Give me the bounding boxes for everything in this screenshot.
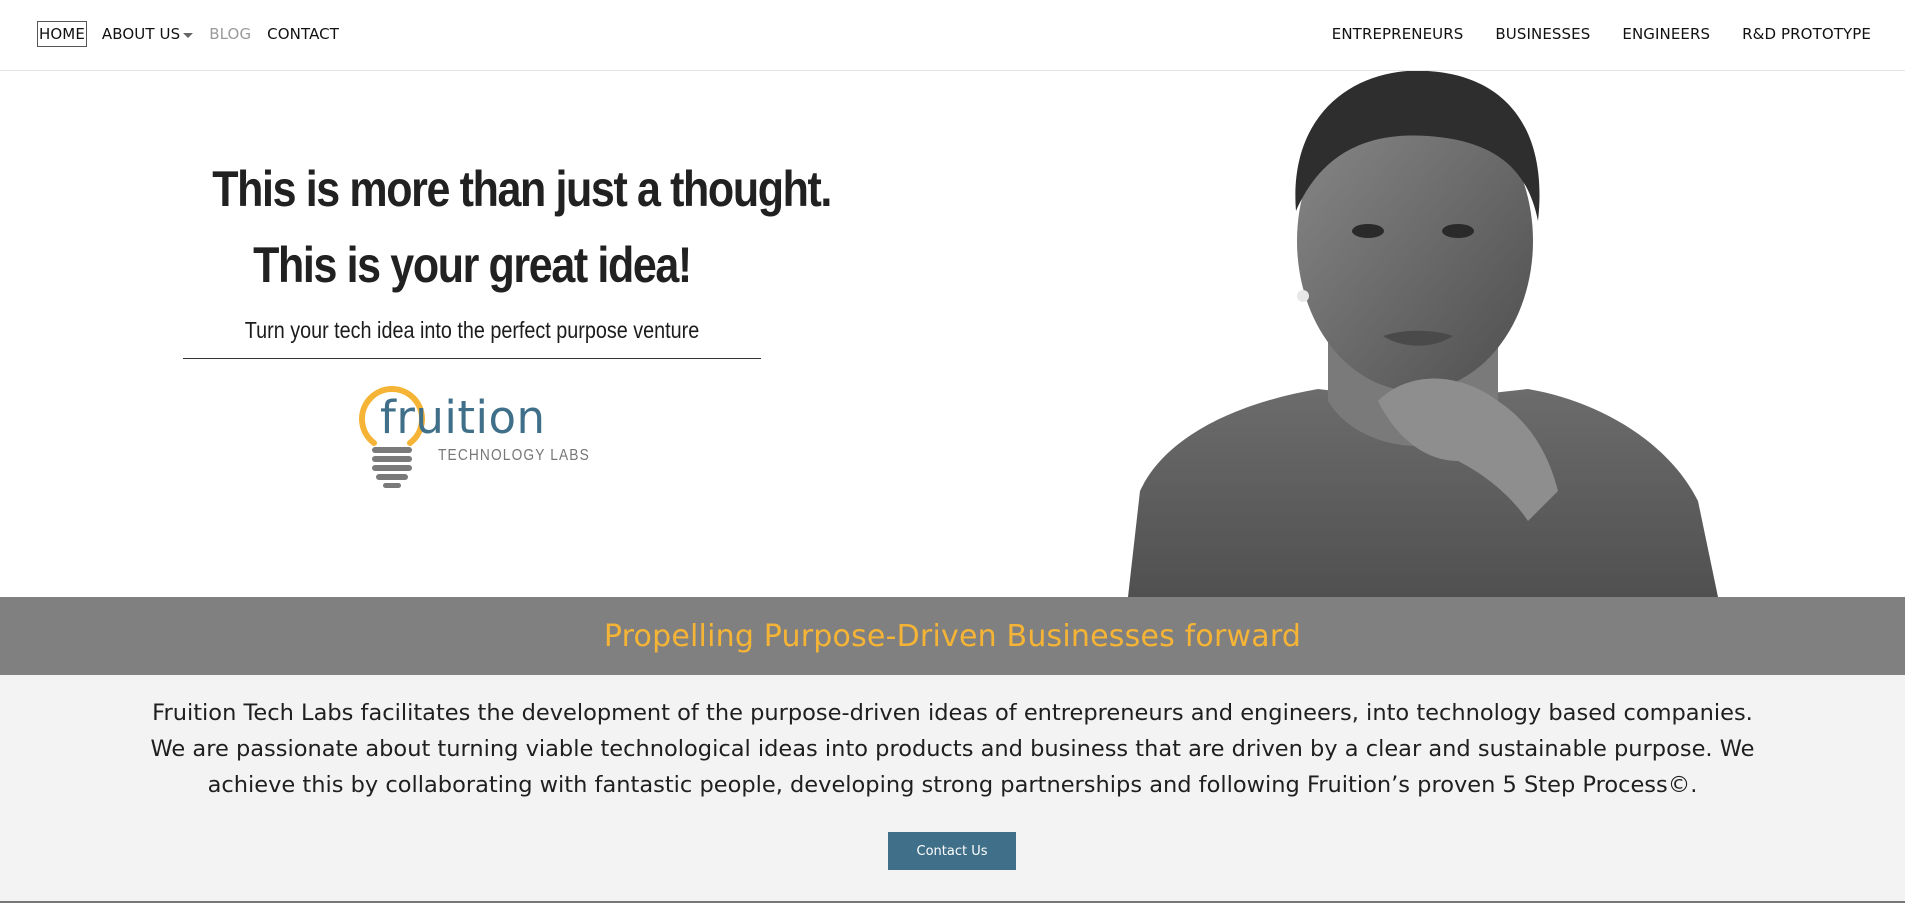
nav-rd-prototype-label: R&D PROTOTYPE xyxy=(1742,25,1871,43)
contact-us-button[interactable]: Contact Us xyxy=(888,832,1016,870)
about-section: Fruition Tech Labs facilitates the devel… xyxy=(0,675,1905,901)
nav-about-dropdown[interactable]: ABOUT US xyxy=(101,22,194,46)
fruition-logo[interactable]: fruition TECHNOLOGY LABS xyxy=(352,383,592,493)
nav-blog-link[interactable]: BLOG xyxy=(209,22,251,46)
nav-right-group: ENTREPRENEURS BUSINESSES ENGINEERS R&D P… xyxy=(1332,22,1871,46)
nav-contact-link[interactable]: CONTACT xyxy=(267,22,339,46)
top-navbar: HOME ABOUT US BLOG CONTACT ENTREPRENEURS… xyxy=(0,0,1905,71)
nav-businesses-link[interactable]: BUSINESSES xyxy=(1495,22,1590,46)
nav-engineers-label: ENGINEERS xyxy=(1622,25,1711,43)
hero-section: This is more than just a thought. This i… xyxy=(0,71,1905,597)
hero-headline-line1: This is more than just a thought. xyxy=(212,161,832,217)
nav-home-label: HOME xyxy=(39,25,85,43)
nav-blog-label: BLOG xyxy=(209,25,252,43)
nav-contact-label: CONTACT xyxy=(267,25,340,43)
nav-engineers-link[interactable]: ENGINEERS xyxy=(1622,22,1710,46)
nav-businesses-label: BUSINESSES xyxy=(1495,25,1591,43)
logo-subtitle: TECHNOLOGY LABS xyxy=(438,447,590,464)
banner-title: Propelling Purpose-Driven Businesses for… xyxy=(603,618,1302,654)
tagline-banner: Propelling Purpose-Driven Businesses for… xyxy=(0,597,1905,675)
hero-text-block: This is more than just a thought. This i… xyxy=(170,151,832,359)
nav-left-group: HOME ABOUT US BLOG CONTACT xyxy=(37,21,339,47)
hero-subline: Turn your tech idea into the perfect pur… xyxy=(244,317,700,343)
caret-down-icon xyxy=(183,32,194,38)
nav-home-link[interactable]: HOME xyxy=(37,21,87,47)
hero-divider xyxy=(183,358,761,359)
logo-wordmark: fruition xyxy=(380,391,546,444)
nav-rd-prototype-link[interactable]: R&D PROTOTYPE xyxy=(1742,22,1871,46)
nav-entrepreneurs-link[interactable]: ENTREPRENEURS xyxy=(1332,22,1464,46)
nav-about-label: ABOUT US xyxy=(101,25,181,43)
nav-entrepreneurs-label: ENTREPRENEURS xyxy=(1331,25,1464,43)
about-paragraph: Fruition Tech Labs facilitates the devel… xyxy=(150,700,1755,798)
hero-headline-line2: This is your great idea! xyxy=(253,237,692,293)
woman-portrait-image xyxy=(1128,71,1718,597)
